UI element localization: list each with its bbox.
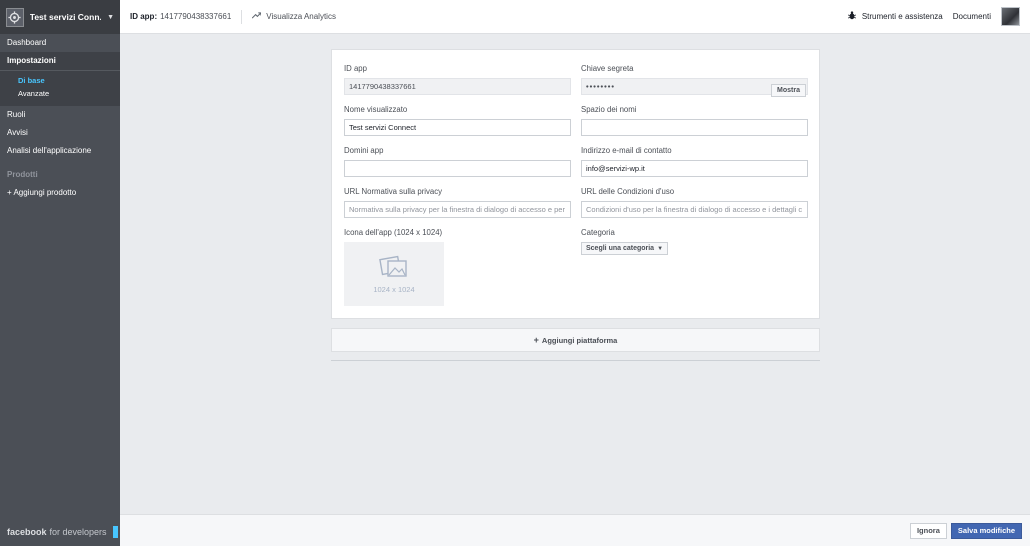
show-secret-button[interactable]: Mostra [771,84,806,97]
tools-support-link[interactable]: Strumenti e assistenza [847,11,943,22]
choose-category-dropdown[interactable]: Scegli una categoria ▼ [581,242,669,255]
category-label: Categoria [581,228,615,237]
secret-field-label: Chiave segreta [581,64,634,73]
facebook-developers-logo[interactable]: facebook for developers [7,526,118,538]
privacy-url-label: URL Normativa sulla privacy [344,187,443,196]
sidebar-item-roles[interactable]: Ruoli [0,106,120,124]
privacy-url-field: URL Normativa sulla privacy Normativa su… [344,187,571,218]
tools-support-label: Strumenti e assistenza [861,12,943,21]
save-changes-button[interactable]: Salva modifiche [950,522,1022,539]
docs-link[interactable]: Documenti [953,12,991,21]
app-id-label: ID app: [130,12,158,21]
choose-category-label: Scegli una categoria [586,245,655,252]
topbar-divider [241,9,243,24]
chevron-down-icon: ▼ [657,245,664,252]
terms-url-input[interactable]: Condizioni d'uso per la finestra di dial… [581,201,808,218]
trend-arrow-icon [252,12,262,21]
app-switcher[interactable]: Test servizi Conn... ▼ [0,0,120,34]
add-platform-label: Aggiungi piattaforma [541,335,618,345]
sidebar-item-settings[interactable]: Impostazioni [0,52,120,70]
view-analytics-label: Visualizza Analytics [266,12,336,21]
app-domains-label: Domini app [344,146,384,155]
bug-icon [847,11,856,22]
category-field: Categoria Scegli una categoria ▼ [581,228,808,255]
app-id-input[interactable]: 1417790438337661 [344,78,571,95]
app-icon-size: 1024 x 1024 [373,285,415,294]
add-product-link[interactable]: + Aggiungi prodotto [0,184,120,202]
section-divider [331,360,820,361]
sidebar-subitem-basic[interactable]: Di base [0,74,120,87]
secret-field: Chiave segreta •••••••• Mostra [581,64,808,97]
app-gear-icon [6,7,24,27]
view-analytics-link[interactable]: Visualizza Analytics [252,12,336,21]
add-platform-button[interactable]: + Aggiungi piattaforma [331,328,820,352]
contact-email-input[interactable]: info@servizi-wp.it [581,160,808,177]
avatar[interactable] [1001,7,1020,26]
terms-url-label: URL delle Condizioni d'uso [581,187,675,196]
app-id-value: 1417790438337661 [160,12,232,21]
app-name: Test servizi Conn... [29,12,102,22]
basic-settings-panel: ID app 1417790438337661 Chiave segreta •… [331,49,820,319]
brand-developers: for developers [49,527,107,537]
app-id-field: ID app 1417790438337661 [344,64,571,95]
sidebar-item-analytics[interactable]: Analisi dell'applicazione [0,142,120,160]
settings-subnav: Di base Avanzate [0,70,120,106]
sidebar-item-dashboard[interactable]: Dashboard [0,34,120,52]
app-icon-field: Icona dell'app (1024 x 1024) 1024 x 1024 [344,228,571,306]
plus-icon: + [533,335,539,345]
privacy-url-input[interactable]: Normativa sulla privacy per la finestra … [344,201,571,218]
discard-button[interactable]: Ignora [909,522,947,539]
contact-email-field: Indirizzo e-mail di contatto info@serviz… [581,146,808,177]
top-bar: ID app: 1417790438337661 Visualizza Anal… [120,0,1030,34]
namespace-input[interactable] [581,119,808,136]
brand-mark-icon [112,526,118,538]
display-name-field: Nome visualizzato Test servizi Connect [344,105,571,136]
namespace-field: Spazio dei nomi [581,105,808,136]
brand-facebook: facebook [7,527,47,537]
app-domains-input[interactable] [344,160,571,177]
app-id-field-label: ID app [344,64,367,73]
app-icon-upload[interactable]: 1024 x 1024 [344,242,444,306]
image-placeholder-icon [379,254,409,282]
app-domains-field: Domini app [344,146,571,177]
app-icon-label: Icona dell'app (1024 x 1024) [344,228,443,237]
top-right-menu: Strumenti e assistenza Documenti [847,7,1020,26]
sidebar-subitem-advanced[interactable]: Avanzate [0,87,120,100]
display-name-input[interactable]: Test servizi Connect [344,119,571,136]
chevron-down-icon: ▼ [107,13,114,21]
terms-url-field: URL delle Condizioni d'uso Condizioni d'… [581,187,808,218]
footer-bar: Ignora Salva modifiche [120,514,1030,546]
contact-email-label: Indirizzo e-mail di contatto [581,146,672,155]
sidebar-item-alerts[interactable]: Avvisi [0,124,120,142]
namespace-label: Spazio dei nomi [581,105,637,114]
products-header: Prodotti [7,170,38,179]
display-name-label: Nome visualizzato [344,105,408,114]
sidebar: Test servizi Conn... ▼ Dashboard Imposta… [0,0,120,546]
